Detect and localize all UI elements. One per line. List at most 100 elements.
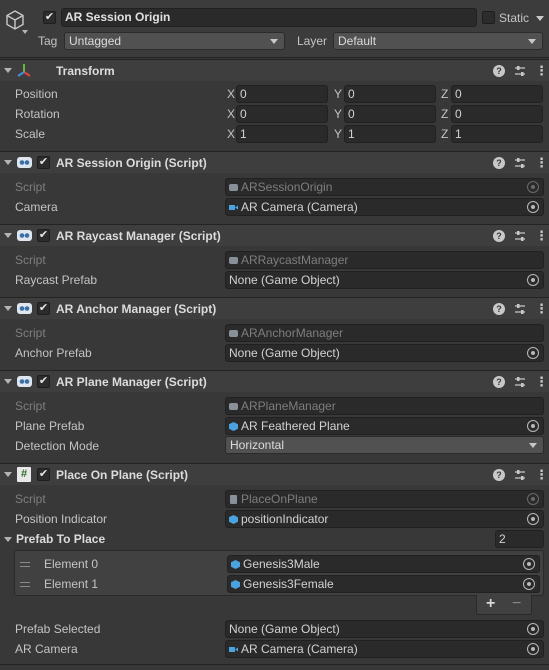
help-icon[interactable]: ? — [493, 65, 505, 77]
drag-handle-icon[interactable] — [20, 582, 30, 587]
presets-icon[interactable] — [514, 303, 526, 315]
scale-x-field[interactable]: 1 — [236, 125, 328, 143]
help-icon[interactable]: ? — [493, 376, 505, 388]
presets-icon[interactable] — [514, 157, 526, 169]
prefab-to-place-label[interactable]: Prefab To Place — [16, 531, 105, 547]
presets-icon[interactable] — [514, 376, 526, 388]
foldout-arrow-icon[interactable] — [4, 68, 12, 73]
rotation-z-axis[interactable]: Z — [441, 106, 448, 122]
place-on-plane-title: Place On Plane (Script) — [56, 468, 189, 482]
foldout-arrow-icon[interactable] — [4, 472, 12, 477]
rotation-x-axis[interactable]: X — [227, 106, 235, 122]
plane-manager-header[interactable]: ✔ AR Plane Manager (Script) ? ⋮ — [0, 370, 549, 392]
drag-handle-icon[interactable] — [20, 562, 30, 567]
presets-icon[interactable] — [514, 230, 526, 242]
scale-z-axis[interactable]: Z — [441, 126, 448, 142]
position-y-axis[interactable]: Y — [334, 86, 342, 102]
anchor-prefab-value: None (Game Object) — [229, 346, 340, 360]
element-1-label: Element 1 — [44, 577, 99, 591]
camera-field[interactable]: AR Camera (Camera) — [225, 198, 544, 216]
foldout-arrow-icon[interactable] — [4, 160, 12, 165]
scale-y-axis[interactable]: Y — [334, 126, 342, 142]
position-y-field[interactable]: 0 — [344, 85, 436, 103]
rotation-z-field[interactable]: 0 — [451, 105, 543, 123]
help-icon[interactable]: ? — [493, 303, 505, 315]
object-name-field[interactable]: AR Session Origin — [61, 8, 477, 27]
object-picker-icon[interactable] — [523, 578, 535, 590]
transform-header[interactable]: Transform ? ⋮ — [0, 59, 549, 81]
kebab-menu-icon[interactable]: ⋮ — [535, 156, 548, 169]
scale-y-field[interactable]: 1 — [344, 125, 436, 143]
place-on-plane-enabled-checkbox[interactable]: ✔ — [37, 468, 50, 481]
session-origin-enabled-checkbox[interactable]: ✔ — [37, 156, 50, 169]
anchor-manager-header[interactable]: ✔ AR Anchor Manager (Script) ? ⋮ — [0, 297, 549, 319]
place-on-plane-header[interactable]: # ✔ Place On Plane (Script) ? ⋮ — [0, 463, 549, 485]
plane-enabled-checkbox[interactable]: ✔ — [37, 375, 50, 388]
add-element-button[interactable]: + — [486, 595, 495, 613]
kebab-menu-icon[interactable]: ⋮ — [535, 375, 548, 388]
object-picker-icon[interactable] — [523, 558, 535, 570]
session-origin-header[interactable]: ✔ AR Session Origin (Script) ? ⋮ — [0, 151, 549, 173]
ar-camera-field[interactable]: AR Camera (Camera) — [225, 640, 544, 658]
static-label[interactable]: Static — [499, 10, 529, 26]
element-1-field[interactable]: Genesis3Female — [227, 575, 540, 593]
detection-mode-dropdown[interactable]: Horizontal — [225, 436, 544, 454]
anchor-script-field: ARAnchorManager — [225, 324, 544, 342]
scale-z-field[interactable]: 1 — [451, 125, 543, 143]
active-checkbox[interactable]: ✔ — [43, 11, 56, 24]
anchor-script-value: ARAnchorManager — [241, 326, 344, 340]
session-origin-script-label: Script — [15, 180, 46, 194]
foldout-arrow-icon[interactable] — [4, 233, 12, 238]
position-x-axis[interactable]: X — [227, 86, 235, 102]
raycast-prefab-field[interactable]: None (Game Object) — [225, 271, 544, 289]
kebab-menu-icon[interactable]: ⋮ — [535, 468, 548, 481]
anchor-script-label: Script — [15, 326, 46, 340]
object-picker-icon[interactable] — [527, 513, 539, 525]
prefab-list-size-field[interactable]: 2 — [495, 530, 544, 548]
anchor-enabled-checkbox[interactable]: ✔ — [37, 302, 50, 315]
static-checkbox[interactable] — [482, 11, 495, 24]
help-icon[interactable]: ? — [493, 157, 505, 169]
object-picker-icon[interactable] — [527, 347, 539, 359]
presets-icon[interactable] — [514, 65, 526, 77]
foldout-arrow-icon[interactable] — [4, 379, 12, 384]
foldout-arrow-icon[interactable] — [4, 306, 12, 311]
prefab-selected-field[interactable]: None (Game Object) — [225, 620, 544, 638]
position-x-field[interactable]: 0 — [236, 85, 328, 103]
kebab-menu-icon[interactable]: ⋮ — [535, 64, 548, 77]
scale-label[interactable]: Scale — [15, 126, 45, 142]
prefab-list: Element 0 Genesis3Male Element 1 Genesis… — [14, 550, 544, 596]
static-caret-icon[interactable] — [536, 16, 544, 21]
plane-script-value: ARPlaneManager — [241, 399, 336, 413]
element-0-field[interactable]: Genesis3Male — [227, 555, 540, 573]
scale-x-axis[interactable]: X — [227, 126, 235, 142]
object-picker-icon[interactable] — [527, 623, 539, 635]
rotation-x-field[interactable]: 0 — [236, 105, 328, 123]
rotation-y-axis[interactable]: Y — [334, 106, 342, 122]
object-picker-icon[interactable] — [527, 274, 539, 286]
help-icon[interactable]: ? — [493, 230, 505, 242]
kebab-menu-icon[interactable]: ⋮ — [535, 229, 548, 242]
plane-prefab-field[interactable]: AR Feathered Plane — [225, 417, 544, 435]
object-picker-icon[interactable] — [527, 420, 539, 432]
help-icon[interactable]: ? — [493, 469, 505, 481]
rotation-y-field[interactable]: 0 — [344, 105, 436, 123]
position-indicator-field[interactable]: positionIndicator — [225, 510, 544, 528]
position-z-field[interactable]: 0 — [451, 85, 543, 103]
layer-dropdown[interactable]: Default — [333, 32, 543, 50]
object-picker-icon[interactable] — [527, 643, 539, 655]
anchor-prefab-field[interactable]: None (Game Object) — [225, 344, 544, 362]
position-z-axis[interactable]: Z — [441, 86, 448, 102]
prefab-icon — [231, 580, 240, 589]
prefab-list-foldout-icon[interactable] — [4, 537, 12, 542]
rotation-label[interactable]: Rotation — [15, 106, 60, 122]
position-label[interactable]: Position — [15, 86, 58, 102]
presets-icon[interactable] — [514, 469, 526, 481]
kebab-menu-icon[interactable]: ⋮ — [535, 302, 548, 315]
cube-dropdown-caret-icon[interactable] — [22, 30, 28, 34]
remove-element-button[interactable]: − — [512, 595, 521, 613]
tag-dropdown[interactable]: Untagged — [64, 32, 285, 50]
object-picker-icon[interactable] — [527, 201, 539, 213]
raycast-enabled-checkbox[interactable]: ✔ — [37, 229, 50, 242]
raycast-manager-header[interactable]: ✔ AR Raycast Manager (Script) ? ⋮ — [0, 224, 549, 246]
